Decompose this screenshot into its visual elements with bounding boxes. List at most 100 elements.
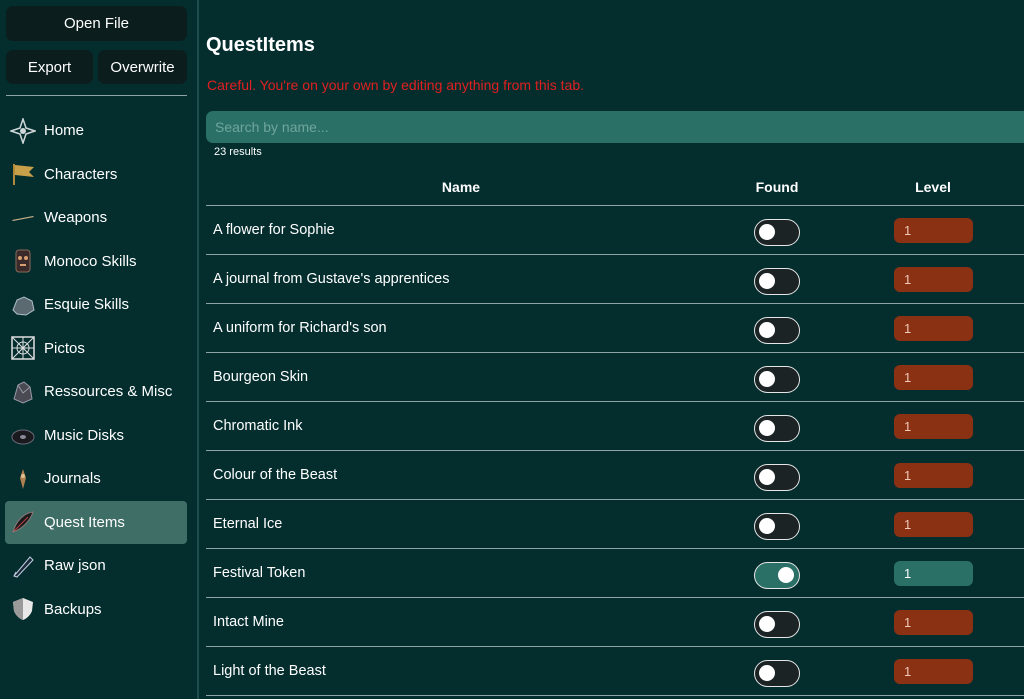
export-button[interactable]: Export (6, 50, 93, 84)
warning-text: Careful. You're on your own by editing a… (207, 77, 585, 93)
found-toggle[interactable] (754, 219, 800, 246)
sidebar-item-characters[interactable]: Characters (5, 153, 187, 197)
found-toggle[interactable] (754, 464, 800, 491)
level-input[interactable]: 1 (894, 316, 973, 341)
search-input[interactable] (206, 111, 1024, 143)
item-name: A journal from Gustave's apprentices (213, 271, 450, 287)
sidebar-item-label: Pictos (44, 339, 85, 357)
toggle-knob (759, 469, 775, 485)
level-input[interactable]: 1 (894, 659, 973, 684)
sidebar-divider (6, 95, 187, 96)
page-title: QuestItems (206, 34, 315, 56)
pen-icon (9, 552, 37, 580)
item-name: A uniform for Richard's son (213, 320, 387, 336)
toggle-knob (759, 371, 775, 387)
main-panel: QuestItems Careful. You're on your own b… (206, 0, 1024, 699)
sidebar-item-label: Characters (44, 165, 118, 183)
sidebar-item-weapons[interactable]: Weapons (5, 196, 187, 240)
sword-icon (9, 204, 37, 232)
level-input[interactable]: 1 (894, 512, 973, 537)
compass-icon (9, 117, 37, 145)
sidebar-item-pictos[interactable]: Pictos (5, 327, 187, 371)
web-icon (9, 334, 37, 362)
feather-icon (9, 508, 37, 536)
rock-icon (9, 291, 37, 319)
level-input[interactable]: 1 (894, 365, 973, 390)
sidebar-item-backups[interactable]: Backups (5, 588, 187, 632)
toggle-knob (759, 322, 775, 338)
toggle-knob (759, 224, 775, 240)
shield-icon (9, 595, 37, 623)
toggle-knob (759, 665, 775, 681)
item-name: Colour of the Beast (213, 467, 338, 483)
toggle-knob (759, 616, 775, 632)
quill-icon (9, 465, 37, 493)
crystal-icon (9, 378, 37, 406)
level-input[interactable]: 1 (894, 414, 973, 439)
column-header-name: Name (441, 179, 481, 195)
table-row: A uniform for Richard's son 1 (206, 304, 1024, 353)
item-name: Light of the Beast (213, 663, 326, 679)
sidebar-item-ressources-misc[interactable]: Ressources & Misc (5, 370, 187, 414)
sidebar-item-esquie-skills[interactable]: Esquie Skills (5, 283, 187, 327)
table-row: Intact Mine 1 (206, 598, 1024, 647)
sidebar-item-label: Quest Items (44, 513, 125, 531)
found-toggle[interactable] (754, 366, 800, 393)
sidebar-item-label: Weapons (44, 209, 108, 227)
sidebar-item-label: Home (44, 122, 85, 140)
item-name: A flower for Sophie (213, 222, 335, 238)
table-row: Light of the Beast 1 (206, 647, 1024, 696)
table-row: A flower for Sophie 1 (206, 206, 1024, 255)
sidebar-item-journals[interactable]: Journals (5, 457, 187, 501)
found-toggle[interactable] (754, 660, 800, 687)
table-row: A journal from Gustave's apprentices 1 (206, 255, 1024, 304)
table-row: Chromatic Ink 1 (206, 402, 1024, 451)
sidebar-item-label: Monoco Skills (44, 252, 137, 270)
sidebar-item-label: Backups (44, 600, 102, 618)
quest-items-table: A flower for Sophie 1 A journal from Gusta… (206, 206, 1024, 696)
sidebar-item-quest-items[interactable]: Quest Items (5, 500, 187, 544)
mask-icon (9, 247, 37, 275)
sidebar-item-home[interactable]: Home (5, 109, 187, 153)
sidebar-item-label: Journals (44, 470, 101, 488)
sidebar-item-label: Esquie Skills (44, 296, 130, 314)
level-input[interactable]: 1 (894, 561, 973, 586)
overwrite-button[interactable]: Overwrite (98, 50, 187, 84)
banner-icon (9, 160, 37, 188)
toggle-knob (759, 420, 775, 436)
sidebar-item-raw-json[interactable]: Raw json (5, 544, 187, 588)
item-name: Festival Token (213, 565, 306, 581)
sidebar-item-label: Music Disks (44, 426, 125, 444)
level-input[interactable]: 1 (894, 267, 973, 292)
found-toggle[interactable] (754, 415, 800, 442)
results-count: 23 results (214, 146, 262, 158)
level-input[interactable]: 1 (894, 218, 973, 243)
toggle-knob (759, 518, 775, 534)
item-name: Chromatic Ink (213, 418, 303, 434)
sidebar-item-label: Raw json (44, 557, 106, 575)
column-header-found: Found (755, 179, 799, 195)
level-input[interactable]: 1 (894, 610, 973, 635)
table-row: Eternal Ice 1 (206, 500, 1024, 549)
table-row: Bourgeon Skin 1 (206, 353, 1024, 402)
toggle-knob (778, 567, 794, 583)
found-toggle[interactable] (754, 611, 800, 638)
level-input[interactable]: 1 (894, 463, 973, 488)
found-toggle[interactable] (754, 268, 800, 295)
sidebar-item-monoco-skills[interactable]: Monoco Skills (5, 240, 187, 284)
item-name: Intact Mine (213, 614, 284, 630)
open-file-button[interactable]: Open File (6, 6, 187, 41)
sidebar-nav: Home Characters Weapons Monoco Skills Esquie… (5, 109, 187, 631)
table-row: Festival Token 1 (206, 549, 1024, 598)
found-toggle[interactable] (754, 317, 800, 344)
found-toggle[interactable] (754, 513, 800, 540)
table-header: Name Found Level (206, 170, 1024, 206)
sidebar-item-label: Ressources & Misc (44, 383, 173, 401)
table-row: Colour of the Beast 1 (206, 451, 1024, 500)
found-toggle[interactable] (754, 562, 800, 589)
sidebar-item-music-disks[interactable]: Music Disks (5, 414, 187, 458)
sidebar: Open File Export Overwrite Home Character… (0, 0, 199, 699)
item-name: Bourgeon Skin (213, 369, 309, 385)
disk-icon (9, 421, 37, 449)
toggle-knob (759, 273, 775, 289)
